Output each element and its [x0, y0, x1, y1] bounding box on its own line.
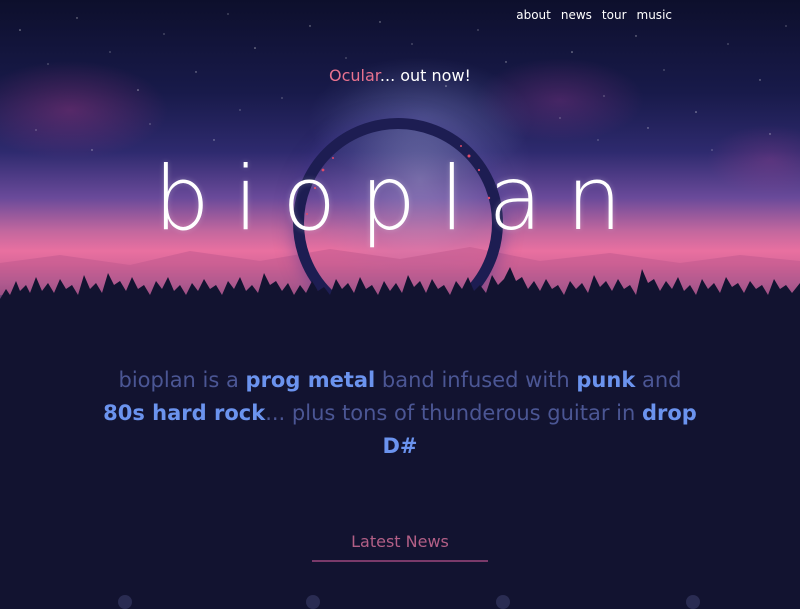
latest-news-heading: Latest News — [351, 532, 449, 551]
nav-music-link[interactable]: music — [637, 8, 672, 22]
release-status: ... out now! — [379, 66, 471, 85]
band-description: bioplan is a prog metal band infused wit… — [100, 364, 700, 463]
news-item-indicator — [118, 595, 132, 609]
band-logo: bioplan — [153, 147, 647, 250]
heading-underline — [312, 560, 488, 562]
news-item-indicator — [686, 595, 700, 609]
news-item-indicator — [496, 595, 510, 609]
tagline-genre-hard-rock: 80s hard rock — [103, 401, 266, 425]
tagline-text: ... plus tons of thunderous guitar in — [265, 401, 642, 425]
tagline-genre-punk: punk — [576, 368, 636, 392]
tagline-text: bioplan is a — [118, 368, 246, 392]
nav-about-link[interactable]: about — [516, 8, 551, 22]
tagline-genre-prog-metal: prog metal — [245, 368, 376, 392]
nav-news-link[interactable]: news — [561, 8, 592, 22]
release-announcement[interactable]: Ocular... out now! — [0, 66, 800, 85]
news-item-indicator — [306, 595, 320, 609]
forest-silhouette — [0, 267, 800, 330]
tagline-text: band infused with — [375, 368, 577, 392]
top-nav: about news tour music — [516, 8, 672, 22]
album-name[interactable]: Ocular — [329, 66, 380, 85]
tagline-text: and — [635, 368, 682, 392]
nav-tour-link[interactable]: tour — [602, 8, 627, 22]
